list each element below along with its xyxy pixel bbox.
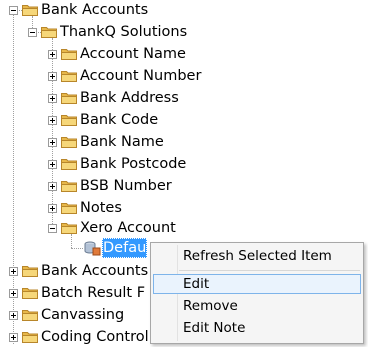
folder-open-icon: [61, 222, 77, 234]
tree-line: [71, 248, 83, 249]
expand-toggle[interactable]: [9, 267, 18, 276]
menu-item-edit-note[interactable]: Edit Note: [153, 318, 361, 338]
expand-toggle[interactable]: [48, 160, 57, 169]
menu-item-refresh[interactable]: Refresh Selected Item: [153, 246, 361, 266]
collapse-toggle[interactable]: [28, 28, 37, 37]
expand-toggle[interactable]: [48, 116, 57, 125]
tree-node-label[interactable]: Account Number: [79, 66, 202, 86]
menu-item-remove[interactable]: Remove: [153, 296, 361, 316]
folder-icon: [22, 331, 38, 343]
expand-toggle[interactable]: [9, 333, 18, 342]
collapse-toggle[interactable]: [48, 224, 57, 233]
tree-node-label[interactable]: BSB Number: [79, 176, 173, 196]
folder-open-icon: [41, 26, 57, 38]
menu-item-edit[interactable]: Edit: [153, 274, 361, 294]
folder-icon: [22, 309, 38, 321]
tree-node-label[interactable]: Bank Code: [79, 110, 159, 130]
folder-open-icon: [22, 4, 38, 16]
folder-icon: [22, 287, 38, 299]
tree-node-label[interactable]: Bank Accounts: [40, 0, 149, 20]
tree-node-label[interactable]: Bank Address: [79, 88, 180, 108]
tree-node-label[interactable]: Account Name: [79, 44, 187, 64]
expand-toggle[interactable]: [48, 182, 57, 191]
collapse-toggle[interactable]: [9, 6, 18, 15]
tree-node-label[interactable]: Bank Postcode: [79, 154, 187, 174]
folder-icon: [61, 202, 77, 214]
menu-separator: [179, 270, 360, 271]
tree-node-label[interactable]: Coding Control: [40, 327, 150, 347]
expand-toggle[interactable]: [48, 204, 57, 213]
expand-toggle[interactable]: [48, 50, 57, 59]
folder-icon: [22, 265, 38, 277]
tree-node-label[interactable]: Xero Account: [79, 218, 177, 238]
tree-node-label[interactable]: Batch Result F: [40, 283, 146, 303]
tree-node-label[interactable]: Canvassing: [40, 305, 125, 325]
folder-icon: [61, 136, 77, 148]
tree-node-label[interactable]: ThankQ Solutions: [59, 22, 188, 42]
folder-icon: [61, 48, 77, 60]
expand-toggle[interactable]: [48, 72, 57, 81]
folder-icon: [61, 92, 77, 104]
tree-node-label[interactable]: Notes: [79, 198, 123, 218]
context-menu: Refresh Selected Item Edit Remove Edit N…: [150, 242, 364, 344]
tree-node-label[interactable]: Defau: [102, 238, 148, 258]
folder-icon: [61, 114, 77, 126]
folder-icon: [61, 158, 77, 170]
expand-toggle[interactable]: [9, 289, 18, 298]
folder-icon: [61, 180, 77, 192]
tree-node-label[interactable]: Bank Name: [79, 132, 165, 152]
database-item-icon: [84, 241, 101, 256]
folder-icon: [61, 70, 77, 82]
tree-node-label[interactable]: Bank Accounts: [40, 261, 149, 281]
tree-line: [52, 38, 53, 228]
expand-toggle[interactable]: [9, 311, 18, 320]
expand-toggle[interactable]: [48, 94, 57, 103]
tree-line: [71, 234, 72, 248]
expand-toggle[interactable]: [48, 138, 57, 147]
